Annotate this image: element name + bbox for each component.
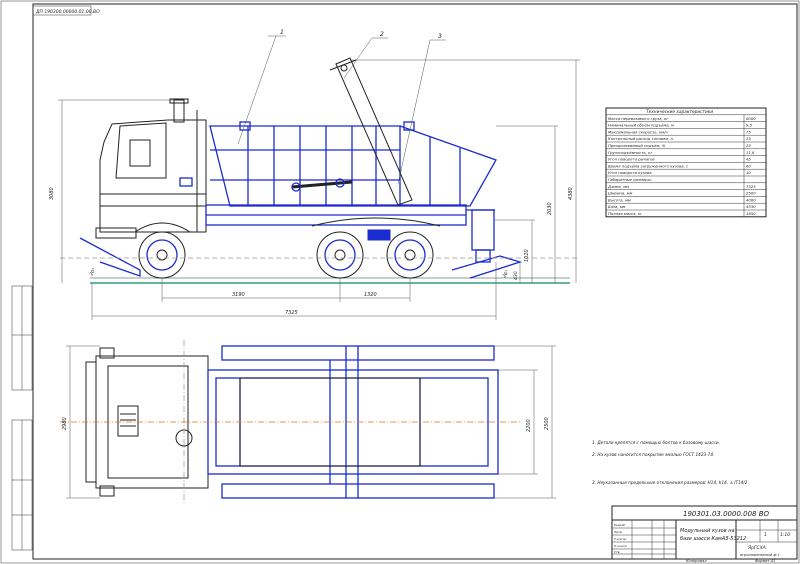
spec-row-value: 8000 — [746, 116, 756, 121]
dim-arm-height: 4380 — [568, 187, 574, 200]
dim-body-width: 2200 — [526, 419, 532, 432]
spec-row-label: Угол поворота рычагов — [608, 157, 655, 162]
rear-slope — [451, 255, 523, 279]
callout-3: 3 — [438, 33, 442, 40]
cab-window — [115, 122, 167, 179]
dim-ground-clear: 430 — [513, 271, 519, 280]
skip-container — [209, 125, 401, 207]
callout-2: 2 — [380, 31, 384, 38]
spec-row-value: 45 — [746, 157, 751, 162]
callouts: 1 2 3 — [237, 29, 446, 185]
format-label: Формат A1 — [755, 559, 775, 563]
front-slope — [79, 237, 141, 277]
spec-row-label: Угол поворота кузова — [608, 170, 652, 175]
spec-table-title: Технические характеристики — [646, 109, 713, 115]
plan-grille — [117, 405, 139, 437]
title-scale: 1:10 — [780, 532, 790, 538]
dim-rear-spacing: 1320 — [364, 292, 377, 298]
note-1: 1. Детали крепятся с помощью болтов к ба… — [592, 440, 720, 445]
inner-frame — [32, 3, 798, 560]
spec-row-value: 2500 — [746, 191, 756, 196]
notes: 1. Детали крепятся с помощью болтов к ба… — [592, 440, 748, 485]
dim-plan-width: 2500 — [544, 417, 550, 430]
spec-row-value: 7325 — [746, 184, 756, 189]
spec-row-value: 25 — [746, 143, 751, 148]
side-dimensions: 7325 3190 1320 3080 4380 2030 1020 430 2… — [49, 59, 580, 320]
note-3: 3. Неуказанные предельные отклонения раз… — [592, 480, 748, 485]
callout-1: 1 — [280, 29, 284, 36]
top-stamp-text: ДП 190300.00000.01.00.ВО — [35, 9, 100, 15]
spec-row-label: Длина, мм — [607, 184, 629, 189]
title-block: 190301.03.0000.008 ВО Модульный кузов на… — [611, 505, 798, 560]
fuel-tank — [367, 229, 391, 241]
spec-row-value: 4060 — [746, 197, 756, 202]
dim-cab-height: 3080 — [49, 187, 55, 200]
left-margin-boxes — [11, 285, 33, 551]
spec-table: Технические характеристикиМасса перевози… — [605, 107, 767, 218]
drawing-sheet: ДП 190300.00000.01.00.ВО 1 2 3 7325 3190… — [0, 0, 800, 564]
spec-row-label: Номинальный объём подъёма, м — [608, 123, 674, 128]
title-org: ЯрГСХА — [747, 545, 766, 551]
spec-row-label: Масса перевозимого груза, кг — [608, 116, 669, 121]
spec-row-value: 4330 — [746, 204, 756, 209]
rear-outrigger — [471, 209, 495, 251]
spec-row-value: 75 — [746, 129, 751, 134]
spec-row-value: 1850 — [746, 211, 756, 216]
title-group: агроинженерный ф-т — [740, 553, 781, 557]
front-bumper — [95, 227, 137, 239]
spec-row-value: 23 — [746, 136, 751, 141]
spec-row-label: Преодолеваемый подъём, % — [608, 143, 666, 148]
dim-frame-height: 1020 — [524, 249, 530, 262]
dim-overall-length: 7325 — [285, 310, 298, 316]
spec-row-label: Ширина, мм — [608, 191, 632, 196]
role-approve: Утв. — [614, 550, 620, 554]
title-doc-number: 190301.03.0000.008 ВО — [683, 510, 770, 518]
dim-wheelbase: 3190 — [232, 292, 245, 298]
outer-frame — [0, 0, 800, 564]
spec-row-value: 10 — [746, 170, 751, 175]
skip-container-rear — [399, 125, 497, 207]
spec-row-label: Контрольный расход топлива, л — [608, 136, 673, 141]
spec-row-label: Время подъёма загруженного кузова, с — [608, 163, 689, 168]
spec-row-label: Грузоподъёмность, кг — [608, 150, 653, 155]
role-checker: Пров. — [614, 530, 623, 534]
role-tcontrol: Т.контр. — [614, 537, 627, 541]
spec-row-value: 60 — [746, 163, 751, 168]
copied-label: Копировал — [686, 559, 707, 563]
rear-wheel-1 — [316, 231, 364, 279]
dim-body-height: 2030 — [547, 202, 553, 215]
rear-wheel-2 — [386, 231, 434, 279]
title-sheet: 1 — [764, 532, 767, 538]
dim-angle-front: 20° — [89, 267, 98, 277]
role-ncontrol: Н.контр. — [614, 544, 627, 548]
spec-row-value: 9,5 — [746, 123, 753, 128]
spec-row-label: Высота, мм — [608, 197, 631, 202]
plan-view — [60, 340, 520, 504]
spec-row-label: Максимальная скорость, км/ч — [608, 129, 668, 134]
dim-plan-overall: 2980 — [62, 417, 68, 430]
cab-side-window — [129, 139, 151, 167]
spec-row-label: Габаритные размеры: — [608, 177, 652, 182]
spec-row-label: База, мм — [608, 204, 626, 209]
spec-row-label: Полная масса, кг — [608, 211, 643, 216]
front-wheel — [138, 231, 186, 279]
dim-angle-rear: 26° — [502, 269, 511, 279]
role-developer: Разраб. — [614, 523, 626, 527]
container-ribs — [247, 126, 461, 206]
note-2: 2. На кузов наносится покрытие эмалью ГО… — [592, 452, 714, 457]
side-view — [60, 57, 580, 284]
spec-row-value: 11,6 — [746, 150, 755, 155]
